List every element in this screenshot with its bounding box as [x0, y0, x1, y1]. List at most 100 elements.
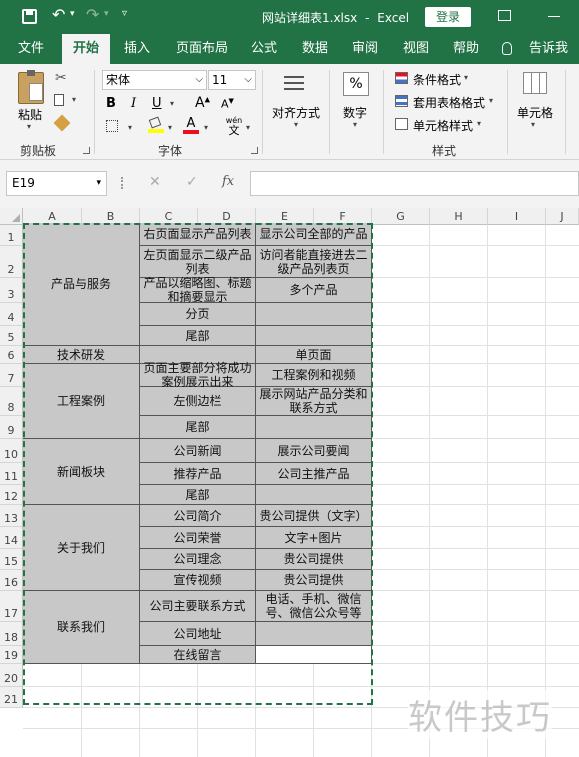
- tab-page-layout[interactable]: 页面布局: [176, 34, 228, 64]
- cell-style-icon[interactable]: [395, 118, 408, 130]
- feature-cell[interactable]: 公司理念: [140, 549, 256, 570]
- alignment-button[interactable]: 对齐方式: [272, 104, 320, 121]
- row-header-10[interactable]: 10: [0, 439, 23, 463]
- conditional-format-dropdown-icon[interactable]: ▾: [464, 73, 468, 82]
- phonetic-icon[interactable]: wén 文: [224, 116, 244, 136]
- row-header-12[interactable]: 12: [0, 485, 23, 505]
- feature-cell[interactable]: 尾部: [140, 485, 256, 505]
- category-cell[interactable]: 新闻板块: [23, 439, 140, 505]
- description-cell[interactable]: [256, 326, 372, 346]
- paste-icon[interactable]: [18, 70, 44, 104]
- login-button[interactable]: 登录: [425, 7, 471, 27]
- description-cell[interactable]: [256, 303, 372, 326]
- minimize-icon[interactable]: [548, 16, 560, 17]
- row-header-21[interactable]: 21: [0, 687, 23, 708]
- font-name-dropdown-icon[interactable]: ⌵: [195, 71, 203, 89]
- description-cell[interactable]: [256, 622, 372, 646]
- feature-cell[interactable]: 公司主要联系方式: [140, 591, 256, 622]
- select-all-corner[interactable]: [0, 208, 23, 225]
- description-cell[interactable]: 文字+图片: [256, 527, 372, 549]
- row-header-15[interactable]: 15: [0, 549, 23, 570]
- tab-review[interactable]: 审阅: [352, 34, 378, 64]
- cells-button[interactable]: 单元格: [517, 104, 553, 121]
- category-cell[interactable]: 工程案例: [23, 364, 140, 439]
- format-painter-icon[interactable]: [53, 114, 71, 132]
- number-button[interactable]: 数字: [343, 104, 367, 121]
- row-header-17[interactable]: 17: [0, 591, 23, 622]
- category-cell[interactable]: 技术研发: [23, 346, 140, 364]
- row-header-13[interactable]: 13: [0, 505, 23, 527]
- copy-icon[interactable]: [54, 94, 64, 106]
- cut-icon[interactable]: ✂: [55, 70, 67, 86]
- row-header-2[interactable]: 2: [0, 246, 23, 278]
- feature-cell[interactable]: 分页: [140, 303, 256, 326]
- alignment-dropdown-icon[interactable]: ▾: [294, 120, 298, 129]
- clipboard-launcher-icon[interactable]: [83, 147, 90, 154]
- undo-dropdown-icon[interactable]: ▾: [70, 9, 75, 19]
- table-format-button[interactable]: 套用表格格式: [413, 94, 485, 111]
- font-size-box[interactable]: 11 ⌵: [208, 70, 256, 90]
- description-cell[interactable]: 访问者能直接进去二级产品列表页: [256, 246, 372, 278]
- description-cell[interactable]: 公司主推产品: [256, 463, 372, 485]
- paste-button[interactable]: 粘贴: [18, 106, 42, 123]
- category-cell[interactable]: 联系我们: [23, 591, 140, 664]
- increase-font-icon[interactable]: A▲: [195, 95, 210, 111]
- feature-cell[interactable]: 在线留言: [140, 646, 256, 664]
- row-header-1[interactable]: 1: [0, 225, 23, 246]
- bold-button[interactable]: B: [106, 96, 116, 111]
- borders-icon[interactable]: [106, 120, 118, 132]
- description-cell[interactable]: 贵公司提供: [256, 549, 372, 570]
- feature-cell[interactable]: 宣传视频: [140, 570, 256, 591]
- description-cell[interactable]: 贵公司提供（文字）: [256, 505, 372, 527]
- lightbulb-icon[interactable]: [502, 42, 512, 55]
- phonetic-dropdown-icon[interactable]: ▾: [246, 123, 250, 132]
- tab-tell-me[interactable]: 告诉我: [529, 34, 568, 64]
- number-dropdown-icon[interactable]: ▾: [353, 120, 357, 129]
- conditional-format-icon[interactable]: [395, 72, 408, 84]
- category-cell[interactable]: 关于我们: [23, 505, 140, 591]
- feature-cell[interactable]: 公司简介: [140, 505, 256, 527]
- cell-style-dropdown-icon[interactable]: ▾: [477, 119, 481, 128]
- row-header-16[interactable]: 16: [0, 570, 23, 591]
- tab-insert[interactable]: 插入: [124, 34, 150, 64]
- italic-button[interactable]: I: [131, 96, 136, 111]
- row-header-14[interactable]: 14: [0, 527, 23, 549]
- row-header-8[interactable]: 8: [0, 387, 23, 416]
- row-header-9[interactable]: 9: [0, 416, 23, 439]
- name-box-dropdown-icon[interactable]: ▾: [96, 172, 101, 195]
- tab-formulas[interactable]: 公式: [251, 34, 277, 64]
- description-cell[interactable]: [256, 485, 372, 505]
- row-header-18[interactable]: 18: [0, 622, 23, 646]
- description-cell[interactable]: 单页面: [256, 346, 372, 364]
- column-header-h[interactable]: H: [430, 208, 488, 225]
- feature-cell[interactable]: 公司新闻: [140, 439, 256, 463]
- customize-qat-icon[interactable]: ▿: [122, 8, 127, 19]
- feature-cell[interactable]: 左页面显示二级产品列表: [140, 246, 256, 278]
- font-size-dropdown-icon[interactable]: ⌵: [244, 71, 252, 89]
- feature-cell[interactable]: 尾部: [140, 416, 256, 439]
- tab-home[interactable]: 开始: [62, 34, 110, 64]
- fill-color-dropdown-icon[interactable]: ▾: [168, 123, 172, 132]
- ribbon-display-options-icon[interactable]: [498, 10, 511, 21]
- column-header-g[interactable]: G: [372, 208, 430, 225]
- row-header-4[interactable]: 4: [0, 303, 23, 326]
- row-header-19[interactable]: 19: [0, 646, 23, 664]
- description-cell[interactable]: 工程案例和视频: [256, 364, 372, 387]
- conditional-format-button[interactable]: 条件格式: [413, 71, 461, 88]
- description-cell[interactable]: 展示公司要闻: [256, 439, 372, 463]
- name-box[interactable]: E19 ▾: [6, 171, 107, 196]
- feature-cell[interactable]: 左侧边栏: [140, 387, 256, 416]
- description-cell[interactable]: [256, 416, 372, 439]
- font-color-icon[interactable]: A: [183, 116, 199, 134]
- redo-icon[interactable]: ↷: [86, 5, 99, 24]
- alignment-icon[interactable]: [282, 72, 306, 94]
- row-header-7[interactable]: 7: [0, 364, 23, 387]
- insert-function-icon[interactable]: fx: [222, 174, 234, 189]
- row-header-6[interactable]: 6: [0, 346, 23, 364]
- feature-cell[interactable]: 尾部: [140, 326, 256, 346]
- formula-input[interactable]: [250, 171, 579, 196]
- table-format-dropdown-icon[interactable]: ▾: [489, 96, 493, 105]
- save-icon[interactable]: [22, 9, 37, 24]
- font-color-dropdown-icon[interactable]: ▾: [204, 123, 208, 132]
- feature-cell[interactable]: 产品以缩略图、标题和摘要显示: [140, 276, 256, 304]
